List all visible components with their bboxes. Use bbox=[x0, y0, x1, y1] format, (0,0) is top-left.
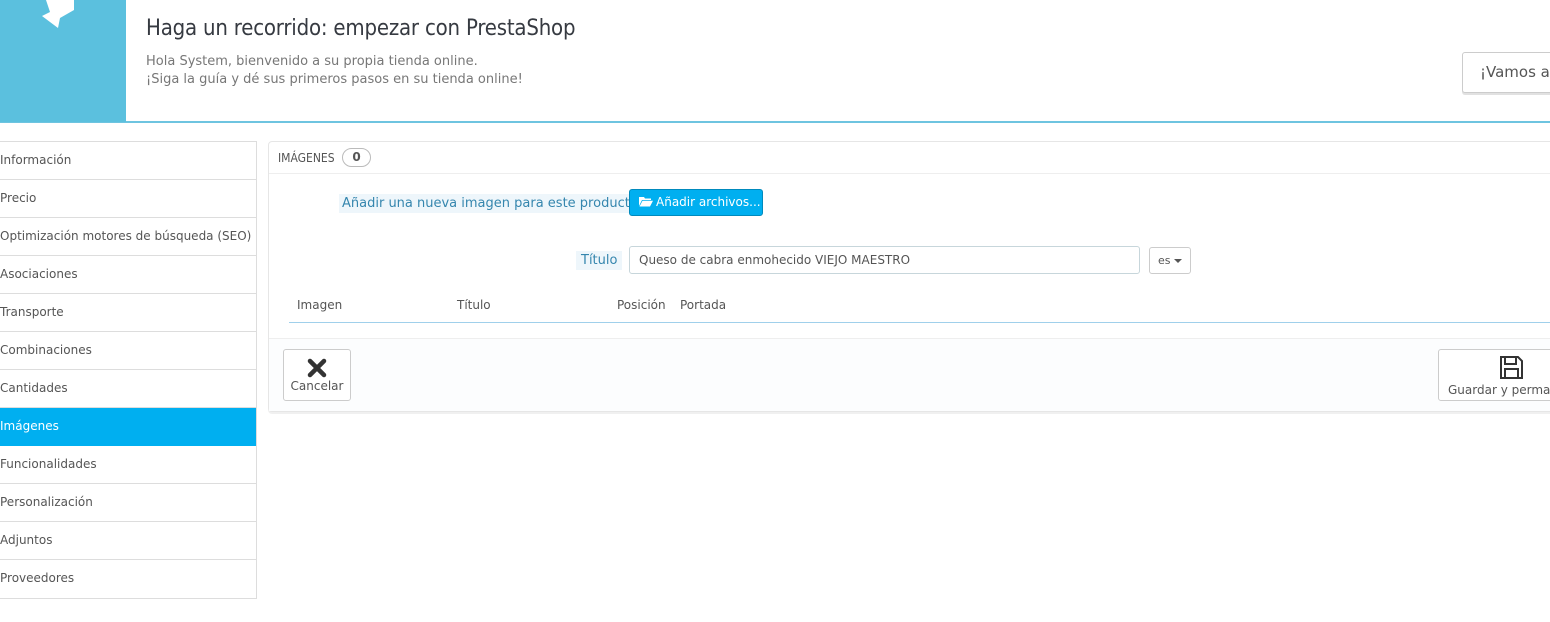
images-panel: IMÁGENES 0 Añadir una nueva imagen para … bbox=[268, 141, 1550, 412]
add-files-label: Añadir archivos... bbox=[656, 195, 761, 209]
image-count-badge: 0 bbox=[342, 148, 371, 167]
column-portada: Portada bbox=[680, 298, 727, 312]
save-label: Guardar y perman bbox=[1448, 383, 1550, 397]
panel-title: IMÁGENES bbox=[278, 151, 335, 165]
add-image-label: Añadir una nueva imagen para este produc… bbox=[339, 194, 641, 213]
column-posicion: Posición bbox=[617, 298, 666, 312]
banner-title: Haga un recorrido: empezar con PrestaSho… bbox=[146, 16, 576, 41]
save-and-stay-button[interactable]: Guardar y perman bbox=[1438, 349, 1550, 401]
tab-combinaciones[interactable]: Combinaciones bbox=[0, 332, 256, 370]
caret-down-icon bbox=[1173, 259, 1182, 263]
banner-welcome-text: Hola System, bienvenido a su propia tien… bbox=[146, 54, 478, 69]
tab-adjuntos[interactable]: Adjuntos bbox=[0, 522, 256, 560]
image-title-input[interactable]: Queso de cabra enmohecido VIEJO MAESTRO bbox=[629, 246, 1140, 274]
banner-guide-text: ¡Siga la guía y dé sus primeros pasos en… bbox=[146, 72, 523, 87]
tab-transporte[interactable]: Transporte bbox=[0, 294, 256, 332]
language-select[interactable]: es bbox=[1149, 247, 1191, 274]
tab-precio[interactable]: Precio bbox=[0, 180, 256, 218]
images-table-header: Imagen Título Posición Portada bbox=[289, 292, 1550, 323]
folder-open-icon bbox=[639, 191, 653, 216]
puzzle-logo-icon bbox=[42, 0, 74, 28]
tab-asociaciones[interactable]: Asociaciones bbox=[0, 256, 256, 294]
tab-informacion[interactable]: Información bbox=[0, 142, 256, 180]
column-titulo: Título bbox=[457, 298, 491, 312]
tab-proveedores[interactable]: Proveedores bbox=[0, 560, 256, 598]
cancel-button[interactable]: Cancelar bbox=[283, 349, 351, 401]
start-tour-button[interactable]: ¡Vamos a e bbox=[1462, 52, 1550, 93]
save-icon bbox=[1500, 356, 1523, 379]
panel-footer: Cancelar Guardar y perman bbox=[269, 338, 1550, 411]
tab-seo[interactable]: Optimización motores de búsqueda (SEO) bbox=[0, 218, 256, 256]
tab-personalizacion[interactable]: Personalización bbox=[0, 484, 256, 522]
tab-imagenes[interactable]: Imágenes bbox=[0, 408, 256, 446]
add-files-button[interactable]: Añadir archivos... bbox=[629, 189, 763, 216]
onboarding-banner: Haga un recorrido: empezar con PrestaSho… bbox=[0, 0, 1550, 123]
language-value: es bbox=[1158, 254, 1171, 267]
tab-cantidades[interactable]: Cantidades bbox=[0, 370, 256, 408]
close-icon bbox=[307, 358, 327, 378]
cancel-label: Cancelar bbox=[290, 379, 344, 393]
panel-heading: IMÁGENES 0 bbox=[269, 142, 1550, 174]
banner-logo bbox=[0, 0, 126, 122]
title-label: Título bbox=[576, 251, 623, 270]
product-tabs: Información Precio Optimización motores … bbox=[0, 141, 257, 599]
tab-funcionalidades[interactable]: Funcionalidades bbox=[0, 446, 256, 484]
column-imagen: Imagen bbox=[297, 298, 343, 312]
